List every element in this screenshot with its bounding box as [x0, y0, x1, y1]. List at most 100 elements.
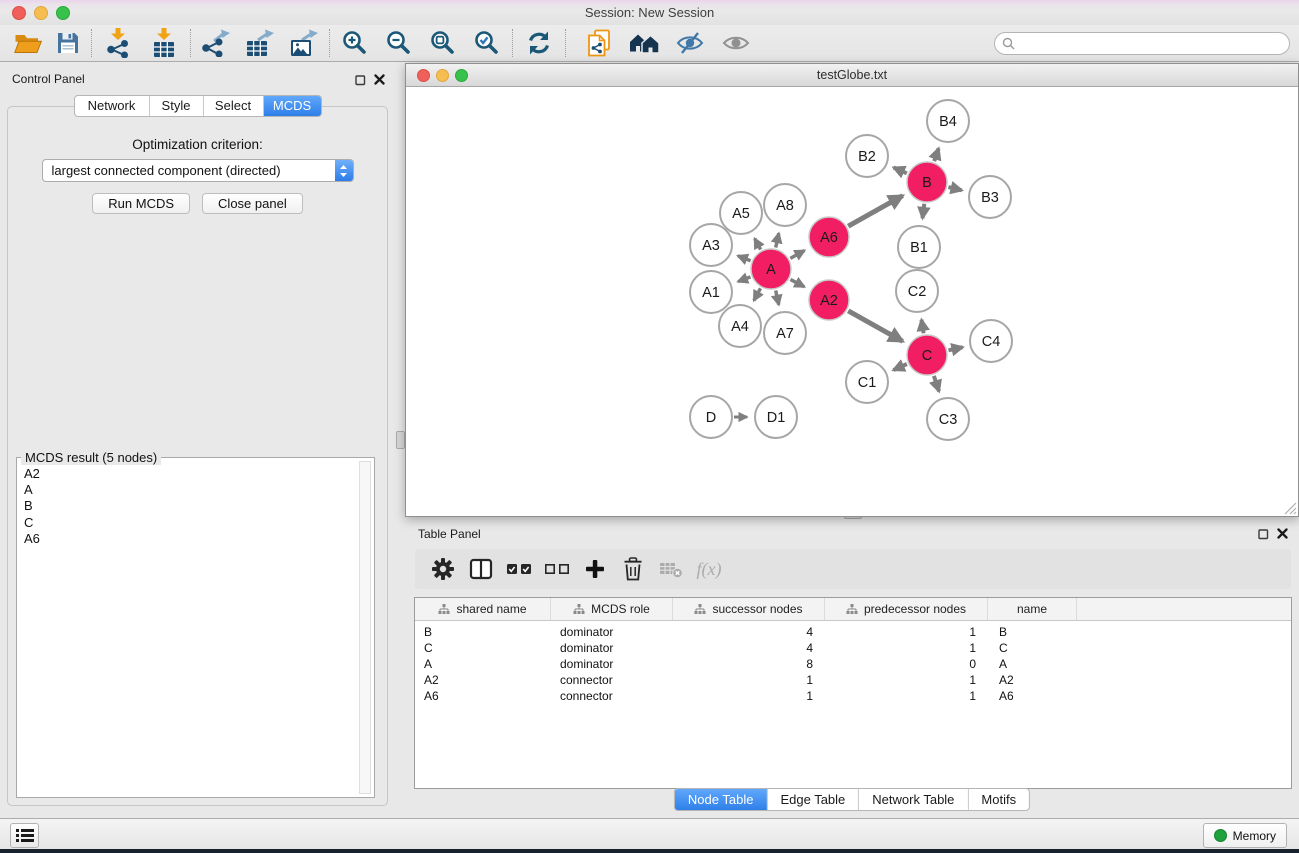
- graph-edge-A-A3[interactable]: [738, 256, 751, 261]
- delete-columns-button[interactable]: [614, 551, 652, 587]
- close-panel-button[interactable]: [374, 72, 385, 90]
- table-row[interactable]: Cdominator41C: [415, 640, 1291, 656]
- result-scrollbar[interactable]: [359, 461, 371, 794]
- graph-edge-A-A5[interactable]: [755, 239, 761, 250]
- graph-edge-C-C1[interactable]: [893, 364, 907, 370]
- graph-node-A1[interactable]: A1: [690, 271, 732, 313]
- graph-node-A4[interactable]: A4: [719, 305, 761, 347]
- zoom-selected-button[interactable]: [465, 26, 509, 60]
- graph-node-C3[interactable]: C3: [927, 398, 969, 440]
- graph-node-C1[interactable]: C1: [846, 361, 888, 403]
- tab-motifs[interactable]: Motifs: [968, 789, 1029, 810]
- close-panel-button[interactable]: Close panel: [202, 193, 303, 214]
- deselect-all-button[interactable]: [538, 551, 576, 587]
- column-header-mcds-role[interactable]: MCDS role: [551, 598, 673, 620]
- graph-node-A6[interactable]: A6: [809, 217, 849, 257]
- column-header-successor-nodes[interactable]: successor nodes: [673, 598, 825, 620]
- column-header-name[interactable]: name: [988, 598, 1077, 620]
- graph-node-A[interactable]: A: [751, 249, 791, 289]
- task-history-button[interactable]: [10, 823, 39, 848]
- graph-node-D1[interactable]: D1: [755, 396, 797, 438]
- mcds-result-item[interactable]: B: [24, 498, 372, 514]
- float-panel-button[interactable]: [355, 73, 366, 91]
- tab-select[interactable]: Select: [204, 96, 264, 116]
- export-network-button[interactable]: [194, 26, 238, 60]
- export-image-button[interactable]: [282, 26, 326, 60]
- graph-node-A7[interactable]: A7: [764, 312, 806, 354]
- resize-grip-icon[interactable]: [1283, 501, 1297, 515]
- graph-edge-A6-B[interactable]: [848, 196, 902, 227]
- float-table-panel-button[interactable]: [1258, 527, 1269, 545]
- graph-node-B2[interactable]: B2: [846, 135, 888, 177]
- graph-node-A2[interactable]: A2: [809, 280, 849, 320]
- graph-node-C4[interactable]: C4: [970, 320, 1012, 362]
- graph-node-B1[interactable]: B1: [898, 226, 940, 268]
- hide-details-button[interactable]: [667, 26, 713, 60]
- zoom-in-button[interactable]: [333, 26, 377, 60]
- graph-node-A5[interactable]: A5: [720, 192, 762, 234]
- mcds-result-item[interactable]: A6: [24, 531, 372, 547]
- graph-edge-A-A2[interactable]: [790, 279, 804, 286]
- network-graph[interactable]: A A1 A2 A3 A4 A5 A6 A7 A8 B B1 B2 B3B4 C C1 C2 C3C4 D D1: [406, 87, 1296, 514]
- graph-edge-A-A1[interactable]: [738, 277, 750, 282]
- graph-node-A8[interactable]: A8: [764, 184, 806, 226]
- run-mcds-button[interactable]: Run MCDS: [92, 193, 190, 214]
- vertical-splitter-grip[interactable]: [396, 431, 405, 449]
- save-session-button[interactable]: [48, 26, 88, 60]
- tab-network[interactable]: Network: [75, 96, 150, 116]
- tab-node-table[interactable]: Node Table: [675, 789, 768, 810]
- graph-edge-B-B3[interactable]: [948, 187, 961, 190]
- tab-edge-table[interactable]: Edge Table: [767, 789, 859, 810]
- tab-style[interactable]: Style: [150, 96, 204, 116]
- table-row[interactable]: Adominator80A: [415, 656, 1291, 672]
- import-table-button[interactable]: [141, 26, 187, 60]
- import-network-button[interactable]: [95, 26, 141, 60]
- apply-layout-button[interactable]: [516, 26, 562, 60]
- column-settings-button[interactable]: [424, 551, 462, 587]
- graph-edge-A-A7[interactable]: [776, 291, 779, 305]
- select-all-button[interactable]: [500, 551, 538, 587]
- delete-table-button[interactable]: [652, 551, 690, 587]
- mcds-result-item[interactable]: C: [24, 515, 372, 531]
- clone-network-button[interactable]: [577, 26, 621, 60]
- show-columns-button[interactable]: [462, 551, 500, 587]
- graph-node-A3[interactable]: A3: [690, 224, 732, 266]
- graph-edge-B-B2[interactable]: [894, 168, 907, 174]
- zoom-fit-button[interactable]: [421, 26, 465, 60]
- graph-edge-A-A8[interactable]: [776, 233, 779, 247]
- tab-network-table[interactable]: Network Table: [859, 789, 968, 810]
- home-button[interactable]: [621, 26, 667, 60]
- mcds-result-item[interactable]: A2: [24, 466, 372, 482]
- export-table-button[interactable]: [238, 26, 282, 60]
- show-details-button[interactable]: [713, 26, 759, 60]
- column-header-predecessor-nodes[interactable]: predecessor nodes: [825, 598, 988, 620]
- graph-edge-C-C2[interactable]: [922, 320, 924, 334]
- search-input[interactable]: [1019, 33, 1289, 53]
- graph-edge-C-C3[interactable]: [934, 376, 939, 392]
- graph-node-C[interactable]: C: [907, 335, 947, 375]
- graph-edge-A-A4[interactable]: [754, 288, 761, 300]
- search-field[interactable]: [994, 32, 1290, 55]
- graph-edge-A2-C[interactable]: [848, 311, 902, 342]
- criterion-select[interactable]: largest connected component (directed): [42, 159, 354, 182]
- table-row[interactable]: A2connector11A2: [415, 672, 1291, 688]
- graph-node-C2[interactable]: C2: [896, 270, 938, 312]
- graph-node-B[interactable]: B: [907, 162, 947, 202]
- graph-edge-C-C4[interactable]: [949, 347, 963, 350]
- function-builder-button[interactable]: f(x): [690, 551, 728, 587]
- graph-edge-B-B1[interactable]: [923, 204, 925, 218]
- memory-button[interactable]: Memory: [1203, 823, 1287, 848]
- open-session-button[interactable]: [8, 26, 48, 60]
- close-table-panel-button[interactable]: [1277, 526, 1288, 544]
- zoom-out-button[interactable]: [377, 26, 421, 60]
- graph-node-B3[interactable]: B3: [969, 176, 1011, 218]
- add-column-button[interactable]: [576, 551, 614, 587]
- table-row[interactable]: Bdominator41B: [415, 624, 1291, 640]
- graph-node-B4[interactable]: B4: [927, 100, 969, 142]
- graph-edge-B-B4[interactable]: [934, 148, 938, 161]
- column-header-shared-name[interactable]: shared name: [415, 598, 551, 620]
- graph-node-D[interactable]: D: [690, 396, 732, 438]
- mcds-result-item[interactable]: A: [24, 482, 372, 498]
- table-row[interactable]: A6connector11A6: [415, 688, 1291, 704]
- tab-mcds[interactable]: MCDS: [264, 96, 321, 116]
